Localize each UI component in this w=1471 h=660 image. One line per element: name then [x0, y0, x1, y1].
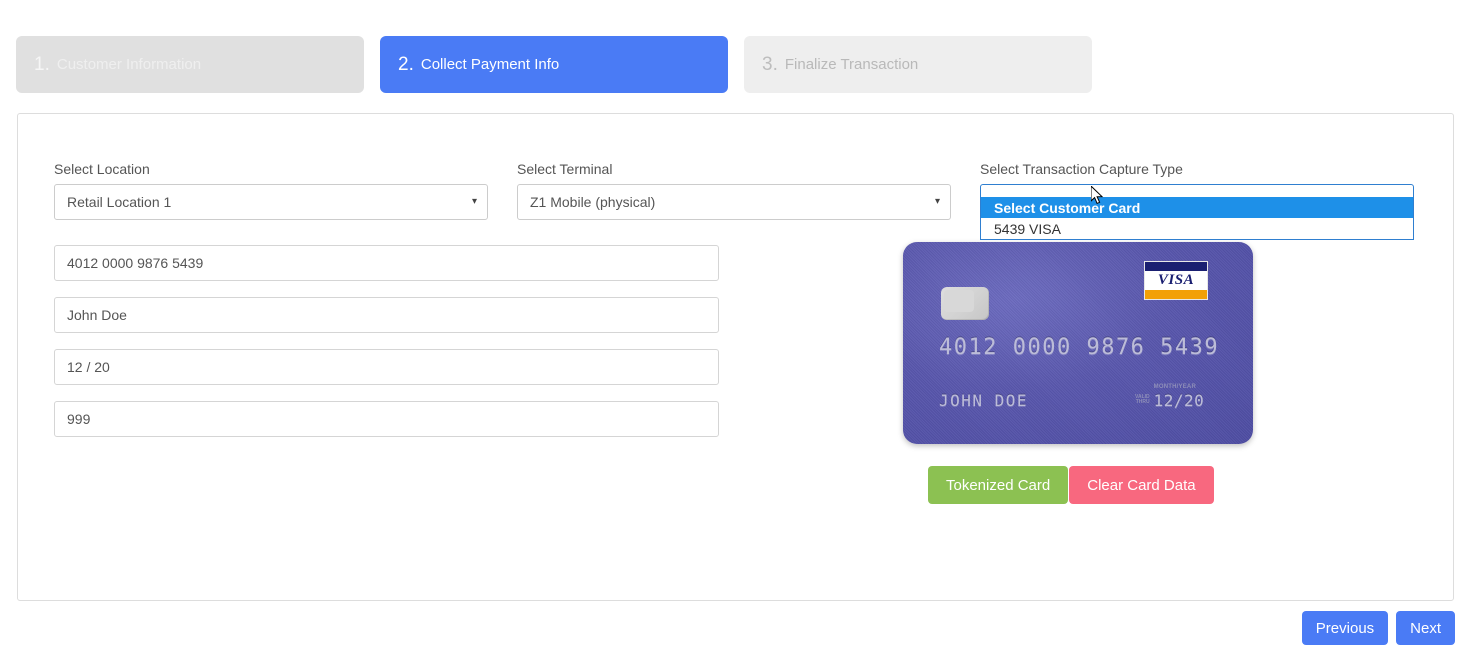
step-number: 2.: [398, 53, 414, 75]
visa-wordmark: VISA: [1145, 271, 1207, 290]
card-month-year-label: MONTH/YEAR: [1153, 384, 1196, 390]
card-entry-fields: [54, 245, 719, 453]
card-number-input[interactable]: [54, 245, 719, 281]
valid-thru-line-2: thru: [1135, 399, 1150, 406]
location-select-value: Retail Location 1: [67, 194, 172, 210]
tokenized-card-button[interactable]: Tokenized Card: [928, 466, 1069, 504]
wizard-navigation: Previous Next: [1301, 611, 1455, 645]
step-label: Customer Information: [56, 56, 202, 73]
card-preview-expiry: 12/20: [1153, 391, 1205, 410]
capture-type-label: Select Transaction Capture Type: [980, 161, 1183, 177]
cardholder-name-input[interactable]: [54, 297, 719, 333]
visa-logo-icon: VISA: [1144, 261, 1208, 300]
step-label: Finalize Transaction: [784, 56, 919, 73]
capture-type-field-group: Select Transaction Capture Type Select C…: [980, 161, 1414, 240]
card-action-buttons: Tokenized Card Clear Card Data: [928, 466, 1214, 504]
step-tab-finalize-transaction[interactable]: 3. Finalize Transaction: [744, 36, 1092, 93]
next-button[interactable]: Next: [1396, 611, 1455, 645]
credit-card-preview: VISA 4012 0000 9876 5439 JOHN DOE valid …: [903, 242, 1253, 444]
step-tab-customer-information[interactable]: 1. Customer Information: [16, 36, 364, 93]
step-label: Collect Payment Info: [420, 56, 560, 73]
terminal-select-value: Z1 Mobile (physical): [530, 194, 656, 210]
card-expiry-column: MONTH/YEAR 12/20: [1154, 384, 1205, 410]
clear-card-data-button[interactable]: Clear Card Data: [1069, 466, 1214, 504]
capture-type-dropdown-list[interactable]: Select Customer Card 5439 VISA: [980, 197, 1414, 240]
location-label: Select Location: [54, 161, 150, 177]
payment-form-panel: Select Location Retail Location 1 ▾ Sele…: [17, 113, 1454, 601]
chevron-down-icon: ▾: [934, 196, 940, 207]
step-number: 3.: [762, 53, 778, 75]
card-chip-icon: [941, 287, 989, 320]
card-preview-number: 4012 0000 9876 5439: [939, 335, 1220, 360]
card-cvv-input[interactable]: [54, 401, 719, 437]
card-preview-expiry-group: valid thru MONTH/YEAR 12/20: [1135, 384, 1204, 410]
visa-navy-band: [1145, 262, 1207, 271]
step-number: 1.: [34, 53, 50, 75]
dropdown-option-5439-visa[interactable]: 5439 VISA: [981, 218, 1413, 239]
terminal-label: Select Terminal: [517, 161, 613, 177]
card-expiry-input[interactable]: [54, 349, 719, 385]
dropdown-option-select-customer-card[interactable]: Select Customer Card: [981, 197, 1413, 218]
terminal-field-group: Select Terminal Z1 Mobile (physical) ▾: [517, 161, 951, 220]
card-valid-thru-label: valid thru: [1135, 394, 1150, 407]
visa-orange-band: [1145, 290, 1207, 299]
card-preview-name: JOHN DOE: [939, 391, 1029, 410]
terminal-select[interactable]: Z1 Mobile (physical) ▾: [517, 184, 951, 220]
location-select[interactable]: Retail Location 1 ▾: [54, 184, 488, 220]
credit-card-preview-wrapper: VISA 4012 0000 9876 5439 JOHN DOE valid …: [903, 242, 1253, 444]
chevron-down-icon: ▾: [471, 196, 477, 207]
location-field-group: Select Location Retail Location 1 ▾: [54, 161, 488, 220]
step-tab-collect-payment-info[interactable]: 2. Collect Payment Info: [380, 36, 728, 93]
previous-button[interactable]: Previous: [1301, 611, 1389, 645]
progress-stepper: 1. Customer Information 2. Collect Payme…: [0, 0, 1471, 93]
